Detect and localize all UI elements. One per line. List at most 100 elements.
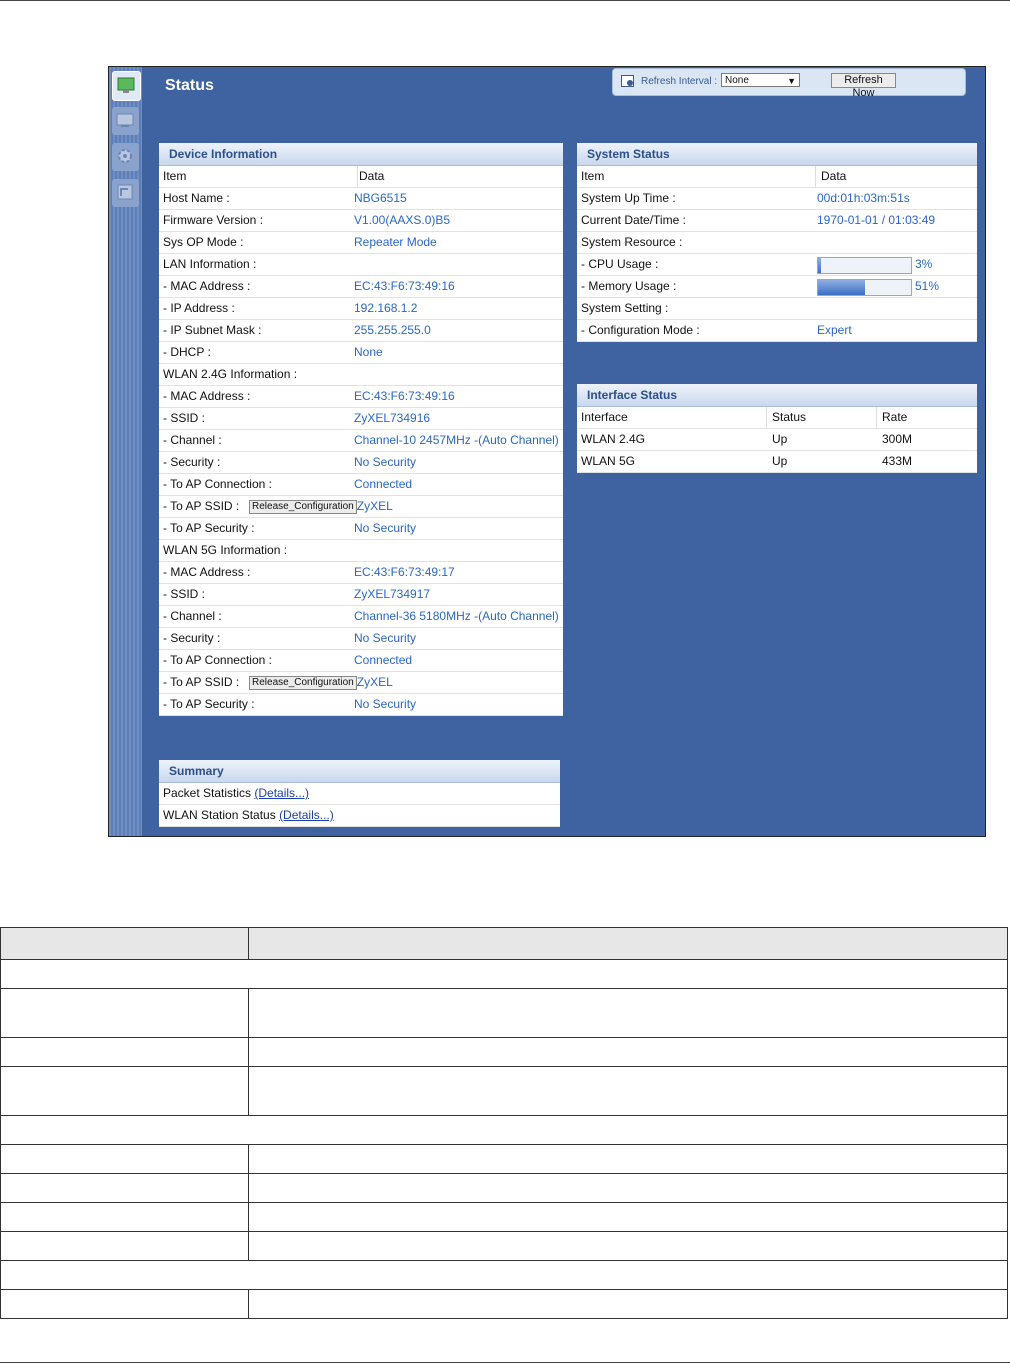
table-row: Sys OP Mode : Repeater Mode xyxy=(159,232,563,254)
table-row: - IP Subnet Mask : 255.255.255.0 xyxy=(159,320,563,342)
table-row: - MAC Address : EC:43:F6:73:49:17 xyxy=(159,562,563,584)
refresh-now-button[interactable]: Refresh Now xyxy=(831,73,896,99)
row-item-label: Host Name : xyxy=(163,191,230,205)
table-row: - IP Address : 192.168.1.2 xyxy=(159,298,563,320)
monitor-icon xyxy=(116,113,134,127)
table-row: - Configuration Mode : Expert xyxy=(577,320,977,342)
row-data-value: No Security xyxy=(354,631,417,645)
table-row: System Resource : xyxy=(577,232,977,254)
table-row: Firmware Version : V1.00(AAXS.0)B5 xyxy=(159,210,563,232)
interface-status-title: Interface Status xyxy=(577,384,977,407)
interface-status-header-row: Interface Status Rate xyxy=(577,407,977,429)
column-header-interface: Interface xyxy=(581,410,628,424)
column-divider xyxy=(876,407,877,428)
table-cell xyxy=(248,1037,1008,1067)
table-row xyxy=(0,988,1008,1038)
refresh-toolbar: Refresh Interval : None ▼ Refresh Now xyxy=(612,68,966,99)
device-information-header-row: Item Data xyxy=(159,166,563,188)
table-row: Host Name : NBG6515 xyxy=(159,188,563,210)
row-data-value: 255.255.255.0 xyxy=(354,323,431,337)
row-item-label: - To AP Connection : xyxy=(163,653,272,667)
sidebar-item-configuration[interactable] xyxy=(112,143,139,171)
usage-bar xyxy=(817,257,912,274)
table-row: - Channel : Channel-10 2457MHz -(Auto Cha… xyxy=(159,430,563,452)
row-data-value: EC:43:F6:73:49:17 xyxy=(354,565,455,579)
device-information-rows: Host Name : NBG6515 Firmware Version : V1.0… xyxy=(159,188,563,716)
row-item-label: Firmware Version : xyxy=(163,213,264,227)
packet-statistics-label: Packet Statistics xyxy=(163,786,252,800)
refresh-interval-label: Refresh Interval : xyxy=(641,76,718,87)
interface-name: WLAN 5G xyxy=(581,454,636,468)
usage-bar-fill xyxy=(818,280,865,295)
row-data-value: None xyxy=(354,345,383,359)
table-row: - MAC Address : EC:43:F6:73:49:16 xyxy=(159,386,563,408)
maintenance-icon xyxy=(117,184,133,200)
column-header-data: Data xyxy=(821,169,847,183)
row-data-value: Channel-10 2457MHz -(Auto Channel) xyxy=(354,433,559,447)
row-data-value: 192.168.1.2 xyxy=(354,301,418,315)
release-configuration-button[interactable]: Release_Configuration xyxy=(249,675,357,690)
packet-statistics-details-link[interactable]: (Details...) xyxy=(254,786,309,800)
sidebar-item-maintenance[interactable] xyxy=(112,179,139,207)
summary-row-label: Packet Statistics (Details...) xyxy=(163,783,309,804)
row-item-label: System Setting : xyxy=(581,301,669,315)
table-row: - To AP Security : No Security xyxy=(159,518,563,540)
row-item-label: - Security : xyxy=(163,455,221,469)
interface-name: WLAN 2.4G xyxy=(581,432,646,446)
row-data-value: No Security xyxy=(354,455,417,469)
page-top-rule xyxy=(0,0,1010,1)
column-header-data: Data xyxy=(359,169,385,183)
row-item-label: - Security : xyxy=(163,631,221,645)
row-data-value: Release_Configuration ZyXEL xyxy=(249,672,393,693)
row-item-label: - CPU Usage : xyxy=(581,257,659,271)
usage-percent: 3% xyxy=(915,257,933,271)
table-cell xyxy=(248,927,1008,960)
table-row: - To AP Security : No Security xyxy=(159,694,563,716)
table-cell xyxy=(248,1289,1008,1319)
table-row: - DHCP : None xyxy=(159,342,563,364)
row-data-value: No Security xyxy=(354,521,417,535)
row-item-label: - To AP SSID : xyxy=(163,675,240,689)
dashboard-icon xyxy=(117,77,135,93)
column-divider xyxy=(815,166,816,187)
table-row xyxy=(0,1037,1008,1067)
dropdown-arrow-icon: ▼ xyxy=(787,76,796,86)
table-row: - To AP SSID : Release_Configuration ZyXEL xyxy=(159,496,563,518)
refresh-settings-icon xyxy=(621,75,634,87)
sidebar-item-dashboard[interactable] xyxy=(112,71,141,101)
table-cell xyxy=(0,1037,249,1067)
row-item-label: LAN Information : xyxy=(163,257,257,271)
system-status-title: System Status xyxy=(577,143,977,166)
row-item-label: - MAC Address : xyxy=(163,389,251,403)
sidebar xyxy=(109,67,142,836)
release-configuration-button[interactable]: Release_Configuration xyxy=(249,499,357,514)
table-cell xyxy=(248,1066,1008,1116)
row-data-value: NBG6515 xyxy=(354,191,407,205)
table-cell xyxy=(248,1173,1008,1203)
wlan-station-status-details-link[interactable]: (Details...) xyxy=(279,808,334,822)
summary-row-packet-statistics: Packet Statistics (Details...) xyxy=(159,783,560,805)
table-cell xyxy=(0,927,249,960)
refresh-interval-select[interactable]: None ▼ xyxy=(721,73,800,87)
row-data-value: EC:43:F6:73:49:16 xyxy=(354,389,455,403)
table-row: - Channel : Channel-36 5180MHz -(Auto Cha… xyxy=(159,606,563,628)
system-status-header-row: Item Data xyxy=(577,166,977,188)
table-row: - SSID : ZyXEL734917 xyxy=(159,584,563,606)
table-row: - SSID : ZyXEL734916 xyxy=(159,408,563,430)
row-data-value: 00d:01h:03m:51s xyxy=(817,191,910,205)
table-row: WLAN 2.4G Up 300M xyxy=(577,429,977,451)
row-data-value: EC:43:F6:73:49:16 xyxy=(354,279,455,293)
table-row xyxy=(0,1289,1008,1319)
column-header-item: Item xyxy=(581,169,605,183)
row-data-value: Release_Configuration ZyXEL xyxy=(249,496,393,517)
sidebar-item-monitor[interactable] xyxy=(112,107,139,135)
table-row: - To AP Connection : Connected xyxy=(159,474,563,496)
system-status-rows: System Up Time : 00d:01h:03m:51s Current D… xyxy=(577,188,977,342)
row-item-label: - IP Address : xyxy=(163,301,235,315)
device-information-panel: Device Information Item Data Host Name :… xyxy=(159,143,563,716)
system-status-panel: System Status Item Data System Up Time :… xyxy=(577,143,977,342)
column-header-rate: Rate xyxy=(882,410,908,424)
row-item-label: - To AP Connection : xyxy=(163,477,272,491)
table-row: LAN Information : xyxy=(159,254,563,276)
table-row: WLAN 5G Information : xyxy=(159,540,563,562)
